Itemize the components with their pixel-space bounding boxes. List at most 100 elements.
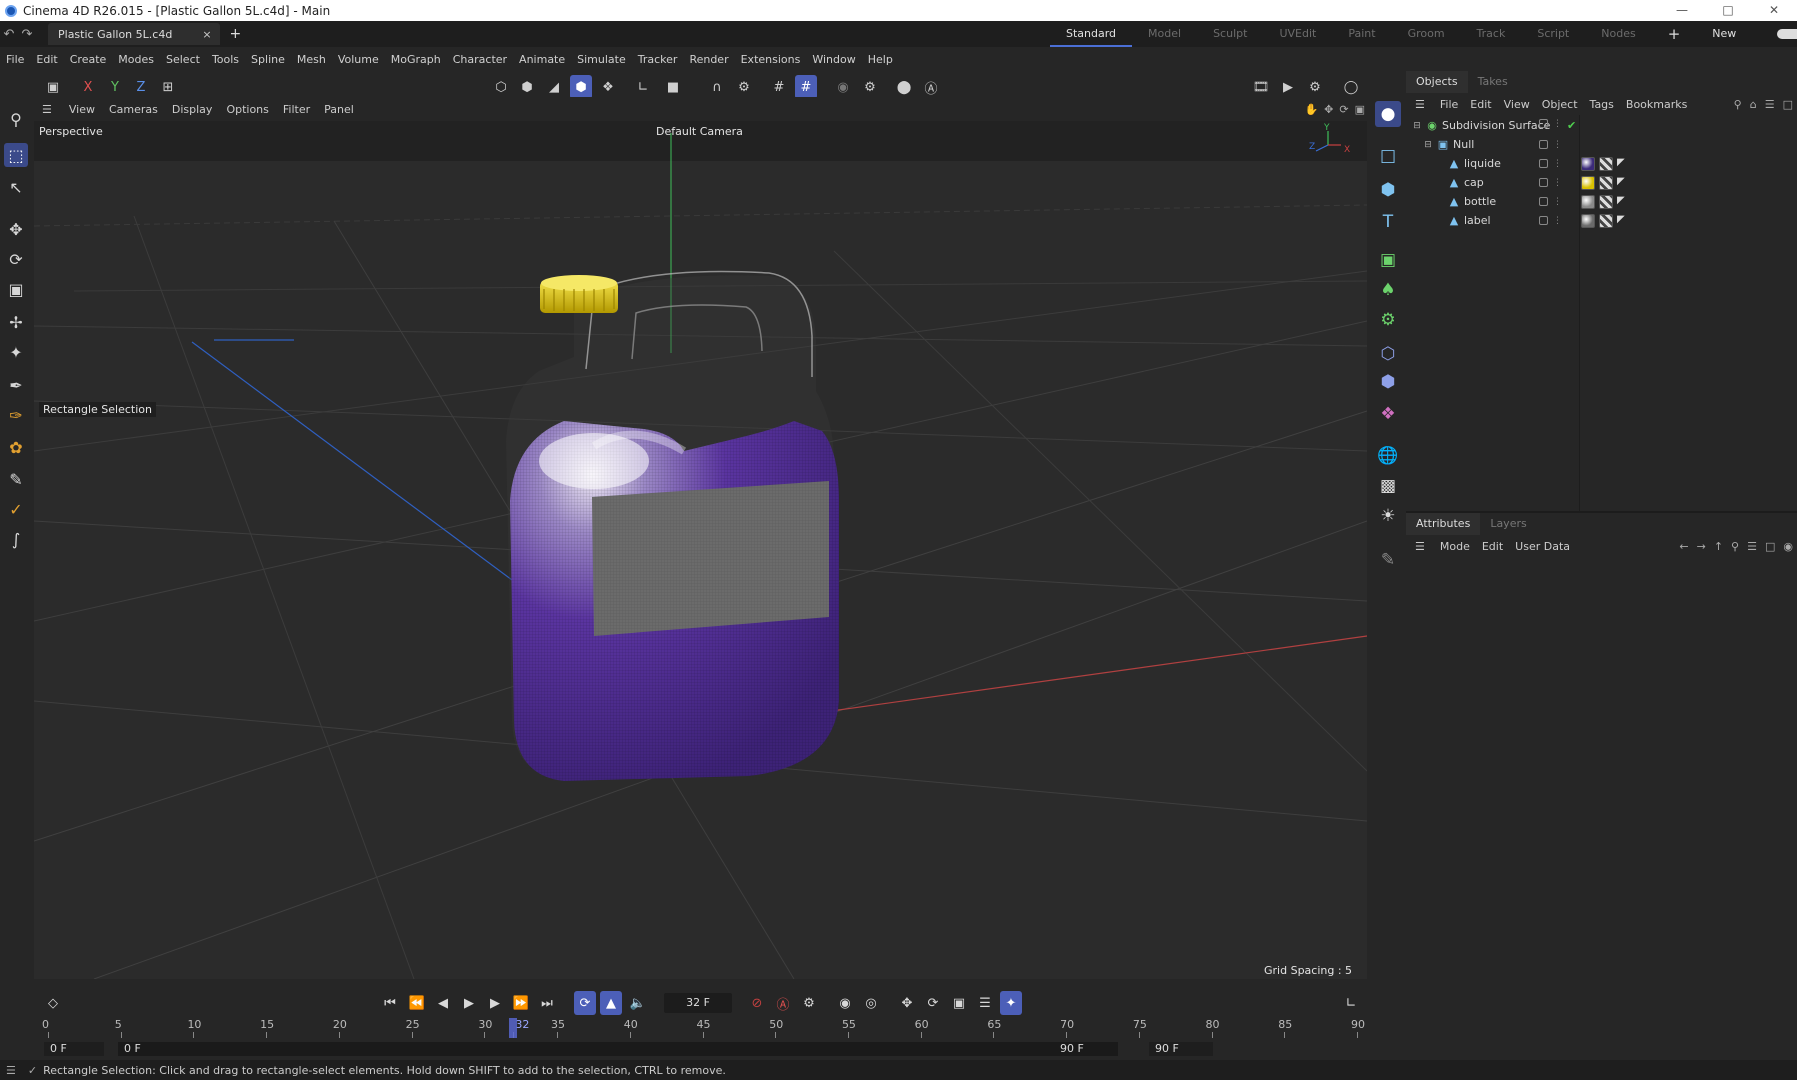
object-manager-icon[interactable]: ● [1375,101,1401,127]
filter-icon[interactable]: ☰ [1743,540,1761,553]
viewport-menu-filter[interactable]: Filter [276,103,317,116]
layer-checkbox[interactable] [1539,177,1548,187]
menu-tracker[interactable]: Tracker [632,53,684,66]
lock-z-button[interactable]: Z [130,75,152,99]
layout-track[interactable]: Track [1461,21,1522,47]
new-window-icon[interactable]: □ [1779,98,1797,111]
field-icon[interactable]: ⬢ [1375,369,1401,395]
collapse-toggle-icon[interactable]: ⊟ [1423,140,1433,150]
close-tab-icon[interactable]: × [202,28,211,41]
layer-checkbox[interactable] [1539,196,1548,206]
object-row-liquide[interactable]: ▲ liquide ⋮ ◤ [1406,154,1797,173]
subdivision-generator-icon[interactable]: ▣ [1375,247,1401,273]
previous-frame-icon[interactable]: ◀ [432,991,454,1015]
menu-modes[interactable]: Modes [112,53,160,66]
rotation-key-icon[interactable]: ⟳ [922,991,944,1015]
magnet-brush-icon[interactable]: ∫ [4,527,28,551]
uv-mode-icon[interactable]: ❖ [597,75,619,99]
object-row-cap[interactable]: ▲ cap ⋮ ◤ [1406,173,1797,192]
undo-icon[interactable]: ↶ [0,27,18,42]
object-row-subdivision-surface[interactable]: ⊟ ◉ Subdivision Surface ⋮ ✔ [1406,116,1797,135]
render-view-icon[interactable]: 🎞 [1250,75,1272,99]
viewport-menu-cameras[interactable]: Cameras [102,103,165,116]
rectangle-selection-icon[interactable]: ⬚ [4,143,28,167]
visibility-dots-icon[interactable]: ⋮ [1553,178,1562,188]
deformer-icon[interactable]: ⬡ [1375,341,1401,367]
material-tag-icon[interactable] [1581,194,1595,209]
layout-nodes[interactable]: Nodes [1585,21,1651,47]
material-icon[interactable]: ⬤ [893,75,915,99]
object-manager-toggle-icon[interactable]: ◯ [1340,75,1362,99]
menu-volume[interactable]: Volume [332,53,385,66]
tab-attributes[interactable]: Attributes [1406,513,1481,535]
up-arrow-icon[interactable]: ↑ [1710,540,1727,553]
autokey-icon[interactable]: Ⓐ [772,991,794,1015]
tab-takes[interactable]: Takes [1468,71,1518,93]
loop-icon[interactable]: ⟳ [574,991,596,1015]
axis-mode-icon[interactable]: ∟ [632,75,654,99]
start-frame-field[interactable]: 0 F [44,1042,104,1056]
status-menu-icon[interactable]: ☰ [0,1064,22,1077]
search-icon[interactable]: ⚲ [1727,540,1743,553]
enabled-check-icon[interactable]: ✔ [1567,119,1576,132]
object-name[interactable]: Null [1453,138,1474,151]
transform-icon[interactable]: ✢ [4,310,28,334]
position-key-icon[interactable]: ✥ [896,991,918,1015]
settings-icon[interactable]: ◉ [1779,540,1797,553]
phong-tag-icon[interactable]: ◤ [1617,157,1625,171]
3d-viewport[interactable]: Perspective Default Camera Rectangle Sel… [34,121,1367,979]
objects-menu-bookmarks[interactable]: Bookmarks [1620,98,1693,111]
menu-render[interactable]: Render [683,53,734,66]
viewport-view-name[interactable]: Perspective [39,125,103,138]
tab-objects[interactable]: Objects [1406,71,1468,93]
workplane-grid-icon[interactable]: # [768,75,790,99]
solo-icon[interactable]: ■ [662,75,684,99]
objects-menu-view[interactable]: View [1498,98,1536,111]
layer-checkbox[interactable] [1539,139,1548,149]
go-to-start-icon[interactable]: ⏮ [379,991,401,1015]
minimize-icon[interactable]: — [1659,0,1705,21]
attributes-hamburger-icon[interactable]: ☰ [1406,540,1434,553]
render-settings-icon[interactable]: ⚙ [1304,75,1326,99]
add-document-icon[interactable]: + [230,26,242,42]
range-start-field[interactable]: 0 F [118,1042,1118,1056]
phong-tag-icon[interactable]: ◤ [1617,176,1625,190]
point-level-animation-icon[interactable]: ✦ [1000,991,1022,1015]
forward-arrow-icon[interactable]: → [1693,540,1710,553]
objects-menu-object[interactable]: Object [1536,98,1584,111]
object-row-null[interactable]: ⊟ ▣ Null ⋮ [1406,135,1797,154]
vertex-tool-icon[interactable]: ✦ [4,340,28,364]
close-icon[interactable]: ✕ [1751,0,1797,21]
effector-icon[interactable]: ⚙ [1375,307,1401,333]
keyframe-mode-icon[interactable]: ◇ [42,991,64,1015]
objects-menu-tags[interactable]: Tags [1584,98,1620,111]
object-name[interactable]: Subdivision Surface [1442,119,1550,132]
spline-shapes-icon[interactable]: ✿ [4,435,28,459]
attributes-menu-user-data[interactable]: User Data [1509,540,1576,553]
menu-create[interactable]: Create [64,53,113,66]
menu-select[interactable]: Select [160,53,206,66]
layer-checkbox[interactable] [1539,119,1548,128]
key-info-icon[interactable]: ◉ [834,991,856,1015]
next-frame-icon[interactable]: ▶ [484,991,506,1015]
spline-sketch-icon[interactable]: ✑ [4,403,28,427]
search-icon[interactable]: ⚲ [1730,98,1746,111]
play-icon[interactable]: ▶ [458,991,480,1015]
layout-uvedit[interactable]: UVEdit [1263,21,1332,47]
scale-key-icon[interactable]: ▣ [948,991,970,1015]
cloner-icon[interactable]: ♠ [1375,277,1401,303]
record-disabled-icon[interactable]: ⊘ [746,991,768,1015]
viewport-menu-options[interactable]: Options [219,103,275,116]
document-tab[interactable]: Plastic Gallon 5L.c4d × [48,23,220,45]
viewport-tools-icon[interactable]: ✎ [1375,547,1401,573]
keyframe-selection-icon[interactable]: ⚙ [798,991,820,1015]
viewport-camera-name[interactable]: Default Camera [656,125,743,138]
selection-tool-icon[interactable]: ↖ [4,175,28,199]
objects-menu-edit[interactable]: Edit [1464,98,1497,111]
object-name[interactable]: cap [1464,176,1484,189]
menu-extensions[interactable]: Extensions [735,53,807,66]
model-mode-icon[interactable]: ⬡ [490,75,512,99]
menu-help[interactable]: Help [862,53,899,66]
menu-tools[interactable]: Tools [206,53,245,66]
spline-generator-icon[interactable]: ❖ [1375,401,1401,427]
